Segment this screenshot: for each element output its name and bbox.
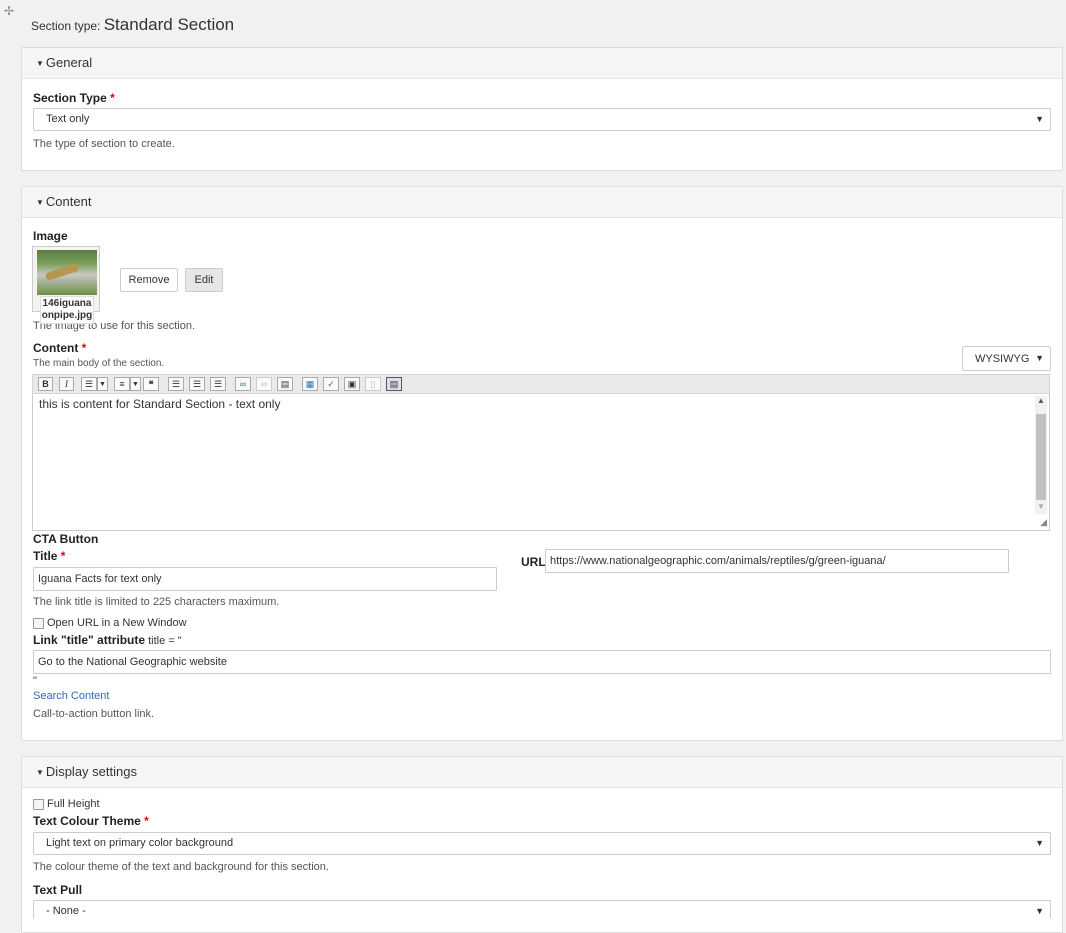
bold-icon[interactable]: B [38,377,53,391]
text-colour-select[interactable]: Light text on primary color background ▼ [33,832,1051,855]
edit-image-button[interactable]: Edit [185,268,223,292]
spellcheck-icon[interactable]: ✓ [323,377,339,391]
caret-down-icon: ▼ [36,58,44,68]
content-editor[interactable]: this is content for Standard Section - t… [32,394,1050,531]
dropdown-arrow-icon: ▼ [1035,838,1044,848]
align-center-icon[interactable]: ☰ [189,377,205,391]
dropdown-arrow-icon: ▼ [1035,353,1044,363]
text-colour-value: Light text on primary color background [46,837,234,849]
cta-heading: CTA Button [33,532,99,546]
section-type-heading: Section type: Standard Section [31,15,234,35]
image-preview [37,250,97,295]
required-marker: * [144,814,149,828]
toggle-toolbar-icon[interactable]: ▤ [386,377,402,391]
cta-title-label: Title * [33,549,65,563]
section-type-value: Standard Section [103,15,235,34]
cta-description: Call-to-action button link. [33,708,155,720]
image-label: Image [33,229,68,243]
editor-toolbar: B I ☰ ▼ ≡ ▼ ❝ ☰ ☰ ☰ ∞ ∞ ▤ ▦ ✓ ▣ ▯ ▤ [32,374,1050,394]
caret-down-icon: ▼ [36,767,44,777]
required-marker: * [60,549,66,563]
new-window-option[interactable]: Open URL in a New Window [33,617,187,629]
section-type-select[interactable]: Text only ▼ [33,108,1051,131]
iguana-shape [44,262,80,282]
general-panel-toggle[interactable]: ▼ General [22,48,1062,79]
text-colour-description: The colour theme of the text and backgro… [33,861,329,873]
general-heading: General [45,55,93,70]
editor-text: this is content for Standard Section - t… [39,397,281,411]
link-icon[interactable]: ∞ [235,377,251,391]
blockquote-icon[interactable]: ❝ [143,377,159,391]
section-type-label: Section type: [31,19,101,33]
text-pull-label: Text Pull [33,883,83,897]
numbered-list-icon[interactable]: ≡ [114,377,130,391]
title-attribute-close: " [33,675,37,687]
display-settings-heading: Display settings [45,764,137,779]
scroll-down-icon[interactable]: ▼ [1035,502,1047,514]
new-window-label: Open URL in a New Window [47,617,187,629]
show-blocks-icon[interactable]: ▯ [365,377,381,391]
editor-scrollbar[interactable]: ▲ ▼ [1035,396,1047,514]
image-icon[interactable]: ▣ [344,377,360,391]
required-marker: * [110,91,115,105]
resize-handle-icon[interactable]: ◢ [1040,517,1047,528]
drag-handle-icon[interactable]: ✢ [4,4,14,18]
title-attribute-prefix: title = " [148,635,182,647]
align-right-icon[interactable]: ☰ [210,377,226,391]
align-left-icon[interactable]: ☰ [168,377,184,391]
page-break-icon[interactable]: ▤ [277,377,293,391]
unlink-icon[interactable]: ∞ [256,377,272,391]
cta-title-description: The link title is limited to 225 charact… [33,596,280,608]
content-panel-toggle[interactable]: ▼ Content [22,187,1062,218]
editor-format-select[interactable]: WYSIWYG ▼ [962,346,1051,371]
content-heading: Content [45,194,92,209]
italic-icon[interactable]: I [59,377,74,391]
full-height-label: Full Height [47,798,100,810]
text-pull-value: - None - [46,905,86,917]
text-pull-select[interactable]: - None - ▼ [33,900,1051,919]
full-height-checkbox[interactable] [33,798,44,810]
content-field-label: Content * [33,341,86,355]
scroll-thumb[interactable] [1036,414,1046,500]
cta-url-input[interactable]: https://www.nationalgeographic.com/anima… [545,549,1009,573]
bulleted-list-dropdown-icon[interactable]: ▼ [97,377,108,391]
dropdown-arrow-icon: ▼ [1035,906,1044,916]
display-settings-toggle[interactable]: ▼ Display settings [22,757,1062,788]
bulleted-list-icon[interactable]: ☰ [81,377,97,391]
search-content-link[interactable]: Search Content [33,690,109,702]
title-attribute-input[interactable]: Go to the National Geographic website [33,650,1051,674]
cta-title-label-text: Title [33,549,58,563]
remove-image-button[interactable]: Remove [120,268,178,292]
text-colour-label: Text Colour Theme * [33,814,149,828]
cta-title-input[interactable]: Iguana Facts for text only [33,567,497,591]
section-type-field-label-text: Section Type [33,91,107,105]
caret-down-icon: ▼ [36,197,44,207]
section-type-field-label: Section Type * [33,91,115,105]
title-attribute-label: Link "title" attribute [33,633,146,647]
full-height-option[interactable]: Full Height [33,798,100,810]
content-description: The main body of the section. [33,358,165,369]
dropdown-arrow-icon: ▼ [1035,114,1044,124]
text-colour-label-text: Text Colour Theme [33,814,141,828]
section-type-description: The type of section to create. [33,138,175,150]
cta-url-label: URL [521,555,546,569]
required-marker: * [81,341,87,355]
new-window-checkbox[interactable] [33,617,44,629]
image-filename: 146iguanaonpipe.jpg [40,296,94,324]
editor-format-value: WYSIWYG [975,353,1030,365]
title-attribute-label-row: Link "title" attribute title = " [33,633,182,647]
numbered-list-dropdown-icon[interactable]: ▼ [130,377,141,391]
table-icon[interactable]: ▦ [302,377,318,391]
scroll-up-icon[interactable]: ▲ [1035,396,1047,408]
section-type-select-value: Text only [46,113,90,125]
content-field-label-text: Content [33,341,79,355]
